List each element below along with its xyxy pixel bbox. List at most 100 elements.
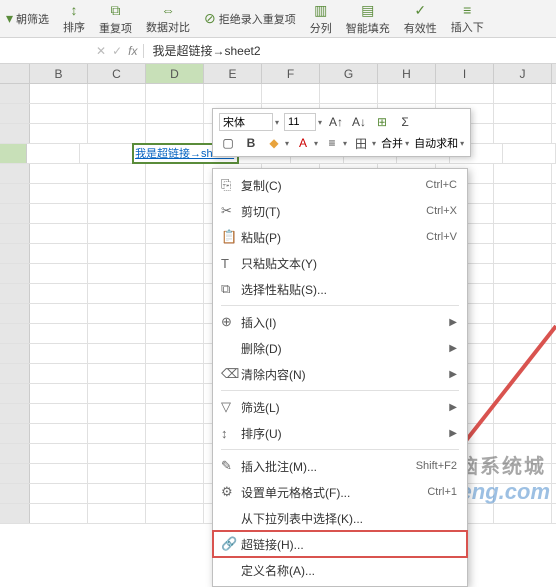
cell[interactable] — [146, 204, 204, 223]
row-header[interactable] — [0, 104, 30, 123]
ribbon-validate[interactable]: ✓ 有效性 — [404, 2, 437, 36]
menu-item-16[interactable]: 🔗超链接(H)... — [213, 531, 467, 557]
cell[interactable] — [146, 304, 204, 323]
ribbon-compare[interactable]: ⇔ 数据对比 — [146, 2, 190, 35]
cell[interactable] — [88, 124, 146, 143]
cell[interactable] — [88, 504, 146, 523]
row-header[interactable] — [0, 304, 30, 323]
cell[interactable] — [88, 304, 146, 323]
cell[interactable] — [320, 84, 378, 103]
column-header-E[interactable]: E — [204, 64, 262, 83]
merge-label[interactable]: 合并 — [381, 135, 403, 151]
cell[interactable] — [88, 344, 146, 363]
cell[interactable] — [30, 324, 88, 343]
ribbon-insert-down[interactable]: ≡ 插入下 — [451, 2, 484, 35]
cell[interactable] — [494, 184, 552, 203]
cancel-icon[interactable]: ✕ — [96, 44, 106, 58]
cell[interactable] — [88, 164, 146, 183]
cell[interactable] — [146, 344, 204, 363]
cell[interactable] — [88, 384, 146, 403]
dropdown-icon[interactable]: ▾ — [460, 139, 464, 148]
ribbon-sort[interactable]: ↕ 排序 — [63, 2, 85, 35]
font-name-input[interactable] — [219, 113, 273, 131]
cell[interactable] — [88, 244, 146, 263]
ribbon-reject-dup[interactable]: ⊘ 拒绝录入重复项 — [204, 10, 296, 27]
font-color-icon[interactable]: A — [294, 134, 312, 152]
confirm-icon[interactable]: ✓ — [112, 44, 122, 58]
menu-item-13[interactable]: ✎插入批注(M)...Shift+F2 — [213, 453, 467, 479]
menu-item-11[interactable]: ↕排序(U)▶ — [213, 420, 467, 446]
cell[interactable] — [30, 304, 88, 323]
row-header[interactable] — [0, 284, 30, 303]
cell[interactable] — [494, 344, 552, 363]
cell[interactable] — [146, 164, 204, 183]
menu-item-1[interactable]: ✂剪切(T)Ctrl+X — [213, 198, 467, 224]
dropdown-icon[interactable]: ▾ — [285, 139, 289, 148]
menu-item-3[interactable]: T只粘贴文本(Y) — [213, 250, 467, 276]
cell[interactable] — [494, 324, 552, 343]
cell[interactable] — [30, 284, 88, 303]
cell[interactable] — [146, 84, 204, 103]
cell[interactable] — [146, 324, 204, 343]
cell[interactable] — [494, 164, 552, 183]
cell[interactable] — [88, 204, 146, 223]
cell[interactable] — [503, 144, 556, 163]
cell[interactable] — [146, 104, 204, 123]
menu-item-14[interactable]: ⚙设置单元格格式(F)...Ctrl+1 — [213, 479, 467, 505]
cell[interactable] — [30, 504, 88, 523]
row-header[interactable] — [0, 164, 30, 183]
cell[interactable] — [494, 264, 552, 283]
cell[interactable] — [27, 144, 80, 163]
cell[interactable] — [88, 364, 146, 383]
cell[interactable] — [88, 444, 146, 463]
cell[interactable] — [30, 384, 88, 403]
row-header[interactable] — [0, 444, 30, 463]
dropdown-icon[interactable]: ▾ — [314, 139, 318, 148]
cell[interactable] — [146, 284, 204, 303]
row-header[interactable] — [0, 224, 30, 243]
cell[interactable] — [30, 364, 88, 383]
dropdown-icon[interactable]: ▾ — [275, 118, 279, 127]
row-header[interactable] — [0, 384, 30, 403]
ribbon-split[interactable]: ▥ 分列 — [310, 2, 332, 36]
cell[interactable] — [30, 484, 88, 503]
cell[interactable] — [88, 284, 146, 303]
row-header[interactable] — [0, 184, 30, 203]
increase-font-icon[interactable]: A↑ — [327, 113, 345, 131]
align-icon[interactable]: ≡ — [323, 134, 341, 152]
cell[interactable] — [146, 404, 204, 423]
fill-color-icon[interactable]: ◆ — [265, 134, 283, 152]
cell[interactable] — [30, 124, 88, 143]
cell[interactable] — [30, 164, 88, 183]
row-header[interactable] — [0, 244, 30, 263]
cell[interactable] — [30, 404, 88, 423]
cell[interactable] — [146, 244, 204, 263]
column-header-J[interactable]: J — [494, 64, 552, 83]
decrease-font-icon[interactable]: A↓ — [350, 113, 368, 131]
cell[interactable] — [146, 504, 204, 523]
cell[interactable] — [146, 424, 204, 443]
cell[interactable] — [146, 484, 204, 503]
dropdown-icon[interactable]: ▾ — [318, 118, 322, 127]
cell[interactable] — [88, 464, 146, 483]
cell[interactable] — [494, 464, 552, 483]
autosum-label[interactable]: 自动求和 — [414, 135, 458, 151]
cell[interactable] — [494, 204, 552, 223]
column-header-D[interactable]: D — [146, 64, 204, 83]
cell[interactable] — [80, 144, 133, 163]
cell[interactable] — [494, 484, 552, 503]
cell[interactable] — [30, 204, 88, 223]
cell[interactable] — [204, 84, 262, 103]
row-header[interactable] — [0, 124, 30, 143]
cell[interactable] — [146, 124, 204, 143]
row-header[interactable] — [0, 264, 30, 283]
row-header[interactable] — [0, 404, 30, 423]
cell[interactable] — [88, 104, 146, 123]
cell[interactable] — [494, 444, 552, 463]
fx-icon[interactable]: fx — [128, 44, 137, 58]
cell[interactable] — [146, 464, 204, 483]
dropdown-icon[interactable]: ▾ — [372, 139, 376, 148]
cell[interactable] — [494, 84, 552, 103]
menu-item-2[interactable]: 📋粘贴(P)Ctrl+V — [213, 224, 467, 250]
cell[interactable] — [30, 264, 88, 283]
